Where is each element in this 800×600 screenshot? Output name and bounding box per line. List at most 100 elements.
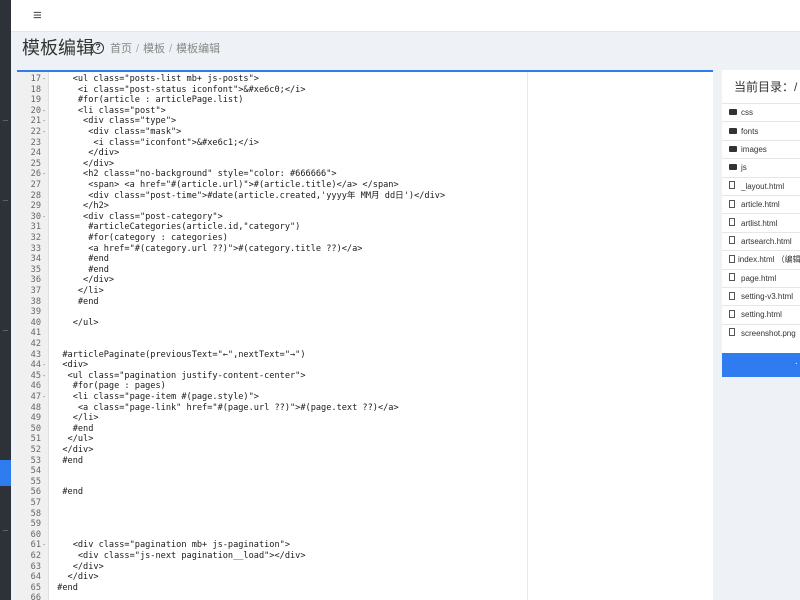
line-number: 54	[30, 466, 41, 477]
file-item[interactable]: index.html （编辑	[722, 250, 800, 268]
code-line[interactable]: <li class="page-item #(page.style)">	[52, 392, 259, 403]
line-number: 66	[30, 593, 41, 600]
code-line[interactable]: </li>	[52, 413, 99, 424]
code-line[interactable]: #end	[52, 583, 78, 594]
file-name: images	[741, 144, 767, 154]
code-line[interactable]: <span> <a href="#(article.url)">#(articl…	[52, 180, 398, 191]
file-item[interactable]: setting-v3.html	[722, 286, 800, 305]
line-number: 21	[30, 116, 41, 127]
breadcrumb-home[interactable]: 首页	[110, 42, 132, 56]
line-number: 46	[30, 381, 41, 392]
code-line[interactable]: </h2>	[52, 201, 109, 212]
code-line[interactable]: <div class="type">	[52, 116, 176, 127]
file-icon	[729, 309, 738, 320]
file-list: css fonts images js _layout.html article.html…	[722, 103, 800, 342]
code-line[interactable]: </ul>	[52, 318, 99, 329]
line-number: 29	[30, 201, 41, 212]
file-item[interactable]: _layout.html	[722, 176, 800, 195]
fold-toggle-icon[interactable]: -	[42, 169, 48, 180]
code-line[interactable]: </div>	[52, 275, 114, 286]
fold-toggle-icon[interactable]: -	[42, 371, 48, 382]
code-line[interactable]: <div class="mask">	[52, 127, 181, 138]
code-line[interactable]: #articlePaginate(previousText="←",nextTe…	[52, 350, 305, 361]
line-number: 26	[30, 169, 41, 180]
line-number: 30	[30, 211, 41, 222]
fold-toggle-icon[interactable]: -	[42, 106, 48, 117]
code-area[interactable]: <ul class="posts-list mb+ js-posts"> <i …	[49, 72, 713, 600]
fold-toggle-icon[interactable]: -	[42, 127, 48, 138]
code-line[interactable]: <ul class="pagination justify-content-ce…	[52, 371, 306, 382]
fold-toggle-icon[interactable]: -	[42, 360, 48, 371]
folder-item[interactable]: fonts	[722, 121, 800, 139]
code-line[interactable]: <div class="pagination mb+ js-pagination…	[52, 540, 290, 551]
code-line[interactable]: #articleCategories(article.id,"category"…	[52, 222, 300, 233]
line-number: 36	[30, 275, 41, 286]
code-line[interactable]: <div>	[52, 360, 88, 371]
line-number: 62	[30, 551, 41, 561]
line-number: 48	[30, 402, 41, 413]
code-line[interactable]: <i class="post-status iconfont">&#xe6c0;…	[52, 85, 306, 96]
code-line[interactable]: </ul>	[52, 434, 94, 445]
code-line[interactable]: <li class="post">	[52, 106, 166, 117]
file-item[interactable]: artlist.html	[722, 213, 800, 231]
code-line[interactable]: #end	[52, 265, 109, 276]
file-item[interactable]: page.html	[722, 268, 800, 287]
question-icon[interactable]: ?	[92, 42, 104, 54]
line-number: 41	[30, 328, 41, 339]
line-number: 18	[30, 84, 41, 95]
file-item[interactable]: artsearch.html	[722, 231, 800, 250]
code-line[interactable]: <div class="js-next pagination__load"></…	[52, 551, 306, 562]
line-number: 55	[30, 476, 41, 487]
breadcrumb: 首页 / 模板 / 模板编辑	[110, 42, 220, 56]
file-item[interactable]: article.html	[722, 194, 800, 213]
code-line[interactable]: #end	[52, 254, 109, 265]
code-line[interactable]: #for(page : pages)	[52, 381, 166, 392]
code-line[interactable]: #end	[52, 297, 99, 308]
line-number: 25	[30, 158, 41, 169]
fold-toggle-icon[interactable]: -	[42, 116, 48, 127]
fold-toggle-icon[interactable]: -	[42, 212, 48, 223]
code-line[interactable]: <h2 class="no-background" style="color: …	[52, 169, 337, 180]
folder-item[interactable]: css	[722, 103, 800, 121]
code-line[interactable]: <i class="iconfont">&#xe6c1;</i>	[52, 138, 259, 149]
code-line[interactable]: <ul class="posts-list mb+ js-posts">	[52, 74, 259, 85]
fold-toggle-icon[interactable]: -	[42, 74, 48, 85]
file-icon	[729, 328, 738, 338]
code-line[interactable]: </li>	[52, 286, 104, 297]
code-line[interactable]: <div class="post-category">	[52, 212, 223, 223]
code-line[interactable]: </div>	[52, 148, 119, 159]
fold-toggle-icon[interactable]: -	[42, 392, 48, 403]
file-panel: 当前目录：/ css fonts images js _layout.html artic…	[722, 70, 800, 377]
line-number: 37	[30, 286, 41, 296]
sidebar-item-active[interactable]	[0, 460, 11, 486]
code-editor[interactable]: 17-18 19 20-21-22-23 24 25 26-27 28 29 30-31 32 33…	[17, 70, 713, 600]
code-line[interactable]: </div>	[52, 159, 114, 170]
code-line[interactable]: #end	[52, 487, 83, 498]
line-number: 35	[30, 264, 41, 275]
file-name: setting.html	[741, 310, 782, 320]
file-panel-button[interactable]: ·	[722, 353, 800, 377]
line-number: 33	[30, 243, 41, 254]
menu-icon[interactable]: ≡	[33, 8, 42, 24]
line-number: 65	[30, 582, 41, 593]
folder-item[interactable]: js	[722, 158, 800, 176]
breadcrumb-template[interactable]: 模板	[143, 42, 165, 56]
file-item[interactable]: screenshot.png	[722, 323, 800, 342]
code-line[interactable]: #for(article : articlePage.list)	[52, 95, 244, 106]
code-line[interactable]: </div>	[52, 562, 104, 573]
code-line[interactable]: <a href="#(category.url ??)">#(category.…	[52, 244, 362, 255]
code-line[interactable]: #for(category : categories)	[52, 233, 228, 244]
folder-item[interactable]: images	[722, 139, 800, 158]
folder-icon	[729, 163, 738, 172]
code-line[interactable]: <a class="page-link" href="#(page.url ??…	[52, 403, 399, 414]
code-line[interactable]: #end	[52, 456, 83, 467]
line-number: 32	[30, 233, 41, 243]
code-line[interactable]: #end	[52, 424, 94, 435]
code-line[interactable]: </div>	[52, 445, 93, 456]
code-line[interactable]: </div>	[52, 572, 99, 583]
line-number: 52	[30, 445, 41, 455]
fold-toggle-icon[interactable]: -	[42, 540, 48, 551]
file-item[interactable]: setting.html	[722, 305, 800, 323]
code-line[interactable]: <div class="post-time">#date(article.cre…	[52, 191, 445, 202]
line-number: 63	[30, 561, 41, 572]
